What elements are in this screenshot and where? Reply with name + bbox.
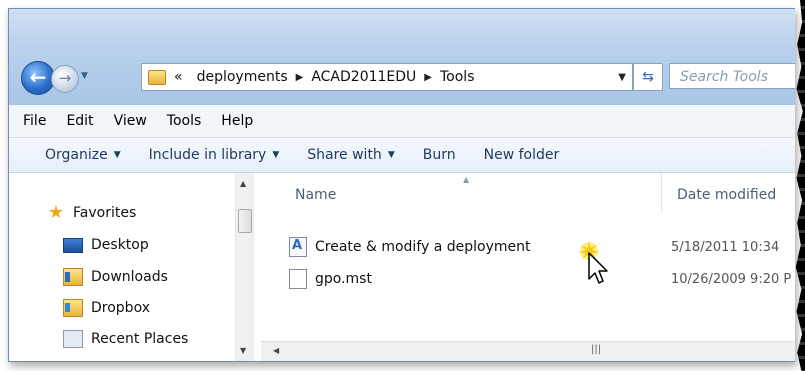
sort-ascending-icon: ▲: [463, 175, 470, 184]
breadcrumb-separator-icon[interactable]: ▶: [296, 72, 304, 83]
include-in-library-button[interactable]: Include in library ▼: [149, 147, 280, 163]
forward-arrow-icon: →: [58, 69, 72, 87]
table-row[interactable]: Create & modify a deployment 5/18/2011 1…: [289, 237, 795, 257]
menu-file[interactable]: File: [23, 113, 46, 129]
navigation-row: ← → ▼ « deployments ▶ ACAD2011EDU ▶ Tool…: [21, 61, 795, 95]
include-in-library-label: Include in library: [148, 147, 267, 163]
sidebar-item-desktop[interactable]: Desktop: [63, 237, 149, 253]
column-header-name[interactable]: Name: [295, 187, 336, 203]
breadcrumb-overflow[interactable]: «: [174, 69, 183, 85]
scroll-left-icon[interactable]: ◀: [273, 346, 279, 355]
file-name: Create & modify a deployment: [315, 239, 531, 255]
chevron-down-icon: ▼: [113, 150, 121, 160]
application-icon: [289, 237, 307, 257]
table-row[interactable]: gpo.mst 10/26/2009 9:20 P: [289, 269, 795, 289]
recent-pages-dropdown[interactable]: ▼: [81, 71, 88, 81]
column-header-date-modified[interactable]: Date modified: [677, 187, 776, 203]
dropbox-folder-icon: [63, 299, 83, 317]
file-list-horizontal-scrollbar[interactable]: ◀ |||: [261, 341, 795, 361]
sidebar-item-label: Dropbox: [91, 300, 150, 316]
back-button[interactable]: ←: [21, 61, 55, 95]
sidebar-item-downloads[interactable]: Downloads: [63, 268, 168, 286]
file-icon: [289, 269, 307, 289]
window-chrome: ← → ▼ « deployments ▶ ACAD2011EDU ▶ Tool…: [9, 9, 795, 105]
navigation-pane-scrollbar[interactable]: ▲ ▼: [235, 173, 253, 361]
menu-view[interactable]: View: [114, 113, 147, 129]
burn-label: Burn: [422, 147, 456, 163]
organize-label: Organize: [45, 147, 108, 163]
command-bar: Organize ▼ Include in library ▼ Share wi…: [9, 138, 795, 173]
sidebar-item-recent-places[interactable]: Recent Places: [63, 330, 188, 348]
menu-tools[interactable]: Tools: [167, 113, 202, 129]
sidebar-item-label: Recent Places: [91, 331, 189, 347]
breadcrumb-tools[interactable]: Tools: [440, 69, 475, 85]
sidebar-item-favorites[interactable]: ★ Favorites: [47, 202, 137, 223]
file-name: gpo.mst: [315, 271, 372, 287]
recent-places-icon: [63, 330, 83, 348]
menu-bar: File Edit View Tools Help: [9, 105, 795, 138]
star-icon: ★: [47, 202, 65, 223]
forward-button[interactable]: →: [51, 65, 79, 93]
scroll-down-icon[interactable]: ▼: [240, 346, 246, 355]
organize-button[interactable]: Organize ▼: [45, 147, 121, 163]
file-date: 10/26/2009 9:20 P: [671, 271, 792, 287]
navigation-pane: ★ Favorites Desktop Downloads Dropbox Re…: [9, 173, 235, 361]
sidebar-item-label: Favorites: [73, 205, 137, 221]
breadcrumb-acad2011edu[interactable]: ACAD2011EDU: [311, 69, 416, 85]
file-list: ▲ Name Date modified Create & modify a d…: [261, 173, 795, 341]
menu-help[interactable]: Help: [221, 113, 253, 129]
refresh-button[interactable]: ⇆: [633, 63, 663, 91]
refresh-icon: ⇆: [642, 69, 654, 85]
address-bar[interactable]: « deployments ▶ ACAD2011EDU ▶ Tools ▼: [141, 63, 633, 91]
burn-button[interactable]: Burn: [423, 147, 456, 163]
column-separator[interactable]: [661, 173, 662, 213]
address-dropdown-icon[interactable]: ▼: [618, 72, 626, 83]
downloads-folder-icon: [63, 268, 83, 286]
sidebar-item-dropbox[interactable]: Dropbox: [63, 299, 150, 317]
file-date: 5/18/2011 10:34: [671, 239, 780, 255]
sidebar-item-label: Desktop: [91, 237, 149, 253]
scrollbar-grip[interactable]: |||: [591, 344, 601, 355]
scrollbar-thumb[interactable]: [238, 209, 252, 233]
menu-edit[interactable]: Edit: [66, 113, 93, 129]
breadcrumb-separator-icon[interactable]: ▶: [424, 72, 432, 83]
share-with-button[interactable]: Share with ▼: [307, 147, 394, 163]
sidebar-item-label: Downloads: [91, 269, 168, 285]
back-arrow-icon: ←: [29, 65, 47, 89]
breadcrumb-deployments[interactable]: deployments: [197, 69, 288, 85]
share-with-label: Share with: [307, 147, 382, 163]
mouse-cursor-icon: [579, 241, 608, 284]
scroll-up-icon[interactable]: ▲: [240, 179, 246, 188]
new-folder-label: New folder: [483, 147, 560, 163]
folder-icon: [148, 69, 166, 85]
chevron-down-icon: ▼: [387, 150, 395, 160]
search-input[interactable]: Search Tools: [669, 63, 795, 89]
new-folder-button[interactable]: New folder: [484, 147, 560, 163]
desktop-icon: [63, 237, 83, 253]
chevron-down-icon: ▼: [272, 150, 280, 160]
explorer-window: ← → ▼ « deployments ▶ ACAD2011EDU ▶ Tool…: [8, 8, 795, 362]
